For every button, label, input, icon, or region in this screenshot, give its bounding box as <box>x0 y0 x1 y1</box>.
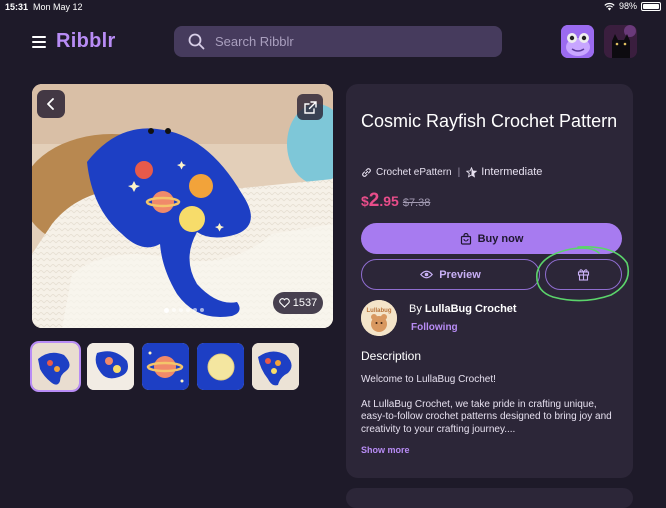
original-price: $7.38 <box>402 197 431 209</box>
battery-percent: 98% <box>618 1 637 11</box>
gift-button[interactable] <box>545 259 622 290</box>
battery-icon <box>641 1 661 11</box>
buy-now-label: Buy now <box>477 232 524 245</box>
price-main: 2 <box>368 190 380 211</box>
price-decimal: .95 <box>379 193 399 209</box>
thumbnail[interactable] <box>197 343 244 390</box>
carousel-dot[interactable] <box>193 308 197 312</box>
search-bar[interactable] <box>174 26 502 57</box>
pattern-type: Crochet ePattern <box>376 166 452 178</box>
description-text: Welcome to LullaBug Crochet! At LullaBug… <box>361 374 623 448</box>
carousel-dot[interactable] <box>164 308 169 313</box>
back-button[interactable] <box>37 90 65 118</box>
meta-separator: | <box>457 166 461 178</box>
skill-level-star-icon <box>466 166 478 178</box>
description-paragraph: At LullaBug Crochet, we take pride in cr… <box>361 398 612 435</box>
preview-button[interactable]: Preview <box>361 259 540 290</box>
carousel-dot[interactable] <box>172 308 176 312</box>
expand-image-button[interactable] <box>297 94 323 120</box>
wifi-icon <box>604 2 615 10</box>
product-meta: Crochet ePattern | Intermediate <box>361 166 542 178</box>
thumbnail-strip <box>30 341 299 392</box>
seller-shop-name[interactable]: LullaBug Crochet <box>425 303 517 315</box>
like-count: 1537 <box>292 297 318 309</box>
status-time: 15:31 <box>5 2 29 12</box>
carousel-dot[interactable] <box>200 308 204 312</box>
following-button[interactable]: Following <box>411 322 458 333</box>
seller-avatar[interactable]: Lullabug <box>361 300 397 336</box>
carousel-dot[interactable] <box>179 308 183 312</box>
heart-icon <box>278 298 290 308</box>
link-icon <box>362 167 371 177</box>
hamburger-menu-icon[interactable] <box>32 36 46 48</box>
search-icon <box>188 33 205 50</box>
description-paragraph: Welcome to LullaBug Crochet! <box>361 374 496 385</box>
shopping-bag-icon <box>460 232 471 245</box>
external-link-icon <box>303 100 317 114</box>
seller-avatar-text: Lullabug <box>367 308 392 314</box>
thumbnail[interactable] <box>30 341 81 392</box>
preview-label: Preview <box>439 268 481 281</box>
status-bar: 15:31 Mon May 12 98% <box>0 0 666 14</box>
eye-icon <box>420 270 434 279</box>
top-nav: Ribblr <box>0 14 666 70</box>
buy-now-button[interactable]: Buy now <box>361 223 622 254</box>
status-right: 98% <box>604 1 661 11</box>
seller-name[interactable]: By LullaBug Crochet <box>409 303 517 315</box>
show-more-link[interactable]: Show more <box>361 445 410 455</box>
thumbnail[interactable] <box>87 343 134 390</box>
status-date: Mon May 12 <box>33 2 83 12</box>
carousel-dot[interactable] <box>186 308 190 312</box>
logo[interactable]: Ribblr <box>56 30 116 53</box>
like-button[interactable]: 1537 <box>273 292 323 314</box>
skill-level: Intermediate <box>481 166 543 178</box>
cat-avatar-button[interactable] <box>604 25 637 58</box>
product-title: Cosmic Rayfish Crochet Pattern <box>361 111 618 131</box>
secondary-panel <box>346 488 633 508</box>
description-heading: Description <box>361 349 422 363</box>
seller-by-label: By <box>409 303 425 315</box>
search-input[interactable] <box>215 34 475 49</box>
image-carousel-dots[interactable] <box>164 308 204 313</box>
frog-avatar-button[interactable] <box>561 25 594 58</box>
gift-icon <box>577 269 590 281</box>
price-currency: $ <box>361 193 369 209</box>
price: $ 2 .95 $7.38 <box>361 190 430 212</box>
thumbnail[interactable] <box>252 343 299 390</box>
chevron-left-icon <box>47 98 54 110</box>
thumbnail[interactable] <box>142 343 189 390</box>
